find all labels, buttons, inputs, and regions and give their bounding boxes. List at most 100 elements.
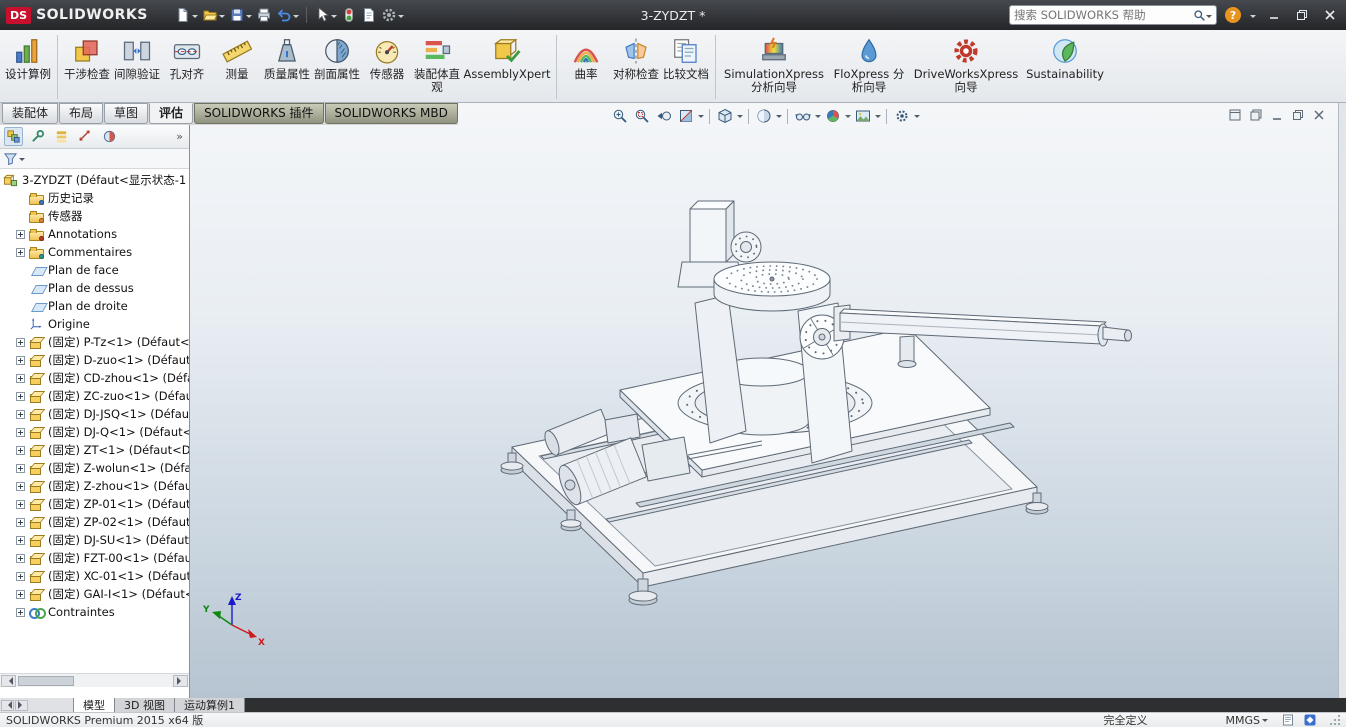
tree-item-component[interactable]: (固定) DJ-Q<1> (Défaut< <box>0 423 189 441</box>
ribbon-button-driveworksxpress[interactable]: DriveWorksXpress 向导 <box>911 33 1021 94</box>
file-properties-button[interactable] <box>360 5 378 25</box>
zoom-area-button[interactable] <box>632 106 652 126</box>
expand-icon[interactable] <box>16 374 25 383</box>
dropdown-caret[interactable] <box>293 15 299 21</box>
dropdown-caret[interactable] <box>698 115 704 121</box>
tree-item-component[interactable]: (固定) CD-zhou<1> (Défa <box>0 369 189 387</box>
expand-icon[interactable] <box>16 356 25 365</box>
tab-solidworks-mbd[interactable]: SOLIDWORKS MBD <box>325 103 458 124</box>
tab-scroll-area[interactable] <box>0 698 74 712</box>
zoom-fit-button[interactable] <box>610 106 630 126</box>
feature-manager-tab[interactable] <box>4 127 23 146</box>
expand-icon[interactable] <box>16 536 25 545</box>
ribbon-button-mass-properties[interactable]: 质量属性 <box>263 33 311 81</box>
expand-icon[interactable] <box>16 518 25 527</box>
save-button[interactable] <box>228 5 253 25</box>
scroll-left-button[interactable] <box>1 675 16 687</box>
ribbon-button-simulationxpress[interactable]: SimulationXpress 分析向导 <box>721 33 827 94</box>
restore-button[interactable] <box>1292 5 1312 25</box>
doc-minimize-icon[interactable] <box>1270 108 1284 122</box>
view-orientation-button[interactable] <box>715 106 735 126</box>
expand-icon[interactable] <box>16 500 25 509</box>
tab-sketch[interactable]: 草图 <box>104 103 148 124</box>
search-input[interactable] <box>1014 8 1193 22</box>
ribbon-button-section-properties[interactable]: 剖面属性 <box>313 33 361 81</box>
edit-appearance-button[interactable] <box>823 106 843 126</box>
tree-item-component[interactable]: (固定) ZP-02<1> (Défaut< <box>0 513 189 531</box>
expand-icon[interactable] <box>16 572 25 581</box>
tree-item-origin[interactable]: Origine <box>0 315 189 333</box>
tree-item-component[interactable]: (固定) P-Tz<1> (Défaut< <box>0 333 189 351</box>
dropdown-caret[interactable] <box>398 15 404 21</box>
tab-evaluate[interactable]: 评估 <box>149 103 193 124</box>
expand-icon[interactable] <box>16 338 25 347</box>
search-dropdown-caret[interactable] <box>1206 15 1212 21</box>
status-sheet-icon[interactable] <box>1282 714 1294 726</box>
tree-filter-bar[interactable] <box>0 149 189 169</box>
dropdown-caret[interactable] <box>331 15 337 21</box>
ribbon-button-assemblyxpert[interactable]: AssemblyXpert <box>463 33 551 81</box>
ribbon-button-sensor[interactable]: 传感器 <box>363 33 411 81</box>
rebuild-button[interactable] <box>340 5 358 25</box>
ribbon-button-measure[interactable]: 测量 <box>213 33 261 81</box>
dropdown-caret[interactable] <box>815 115 821 121</box>
tree-item-sensors[interactable]: 传感器 <box>0 207 189 225</box>
dropdown-caret[interactable] <box>875 115 881 121</box>
expand-icon[interactable] <box>16 230 25 239</box>
tree-item-plane-right[interactable]: Plan de droite <box>0 297 189 315</box>
configuration-manager-tab[interactable] <box>52 127 71 146</box>
tab-scroll-right-button[interactable] <box>15 700 28 711</box>
scrollbar-thumb[interactable] <box>18 676 74 686</box>
dropdown-caret[interactable] <box>914 115 920 121</box>
tree-item-component[interactable]: (固定) FZT-00<1> (Défaut <box>0 549 189 567</box>
help-dropdown-caret[interactable] <box>1250 15 1256 21</box>
new-document-button[interactable] <box>174 5 199 25</box>
ribbon-button-floxpress[interactable]: FloXpress 分析向导 <box>829 33 909 94</box>
tree-item-component[interactable]: (固定) D-zuo<1> (Défaut <box>0 351 189 369</box>
help-search-box[interactable] <box>1009 5 1217 25</box>
display-style-button[interactable] <box>754 106 774 126</box>
doc-close-icon[interactable] <box>1312 108 1326 122</box>
model-canvas[interactable]: Z Y X <box>190 125 1338 698</box>
section-view-button[interactable] <box>676 106 696 126</box>
close-button[interactable] <box>1320 5 1340 25</box>
tab-model[interactable]: 模型 <box>74 698 115 712</box>
task-pane-strip[interactable] <box>1338 103 1346 698</box>
expand-icon[interactable] <box>16 410 25 419</box>
tree-item-component[interactable]: (固定) DJ-JSQ<1> (Défau <box>0 405 189 423</box>
tree-horizontal-scrollbar[interactable] <box>0 673 189 687</box>
doc-restore-icon[interactable] <box>1291 108 1305 122</box>
tree-item-component[interactable]: (固定) ZP-01<1> (Défaut< <box>0 495 189 513</box>
tab-solidworks-addins[interactable]: SOLIDWORKS 插件 <box>194 103 323 124</box>
dropdown-caret[interactable] <box>737 115 743 121</box>
dropdown-caret[interactable] <box>219 15 225 21</box>
apply-scene-button[interactable] <box>853 106 873 126</box>
tab-assembly[interactable]: 装配体 <box>2 103 58 124</box>
options-button[interactable] <box>380 5 405 25</box>
tree-item-comments[interactable]: Commentaires <box>0 243 189 261</box>
ribbon-button-hole-alignment[interactable]: 孔对齐 <box>163 33 211 81</box>
dropdown-caret[interactable] <box>192 15 198 21</box>
tree-item-mates[interactable]: Contraintes <box>0 603 189 621</box>
tab-motion-study-1[interactable]: 运动算例1 <box>175 698 245 712</box>
panel-expand-chevron[interactable]: » <box>176 130 185 143</box>
property-manager-tab[interactable] <box>28 127 47 146</box>
open-document-button[interactable] <box>201 5 226 25</box>
cascade-windows-icon[interactable] <box>1249 108 1263 122</box>
tree-item-component[interactable]: (固定) GAI-I<1> (Défaut< <box>0 585 189 603</box>
tree-item-component[interactable]: (固定) Z-wolun<1> (Défau <box>0 459 189 477</box>
ribbon-button-curvature[interactable]: 曲率 <box>562 33 610 81</box>
expand-icon[interactable] <box>16 554 25 563</box>
tree-item-component[interactable]: (固定) Z-zhou<1> (Défaut <box>0 477 189 495</box>
tree-item-component[interactable]: (固定) DJ-SU<1> (Défaut< <box>0 531 189 549</box>
expand-icon[interactable] <box>16 482 25 491</box>
tree-item-component[interactable]: (固定) ZC-zuo<1> (Défau <box>0 387 189 405</box>
tree-item-component[interactable]: (固定) ZT<1> (Défaut<D <box>0 441 189 459</box>
display-manager-tab[interactable] <box>100 127 119 146</box>
hide-show-items-button[interactable] <box>793 106 813 126</box>
expand-icon[interactable] <box>16 608 25 617</box>
select-tool-button[interactable] <box>313 5 338 25</box>
tab-layout[interactable]: 布局 <box>59 103 103 124</box>
tree-item-history[interactable]: 历史记录 <box>0 189 189 207</box>
tab-3d-views[interactable]: 3D 视图 <box>115 698 175 712</box>
